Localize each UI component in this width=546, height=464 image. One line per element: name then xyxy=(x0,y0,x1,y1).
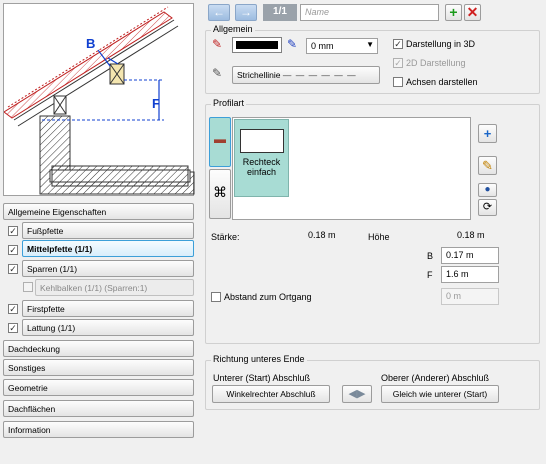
custom-profile-icon: ⌘ xyxy=(213,184,227,200)
group-allgemein-title: Allgemein xyxy=(211,24,255,34)
f-input[interactable]: 1.6 m xyxy=(441,266,499,283)
nav-label: Sonstiges xyxy=(8,363,46,373)
chevron-down-icon: ▼ xyxy=(366,40,374,49)
checkbox-fusspfette[interactable]: ✓ xyxy=(8,226,18,236)
nav-sparren[interactable]: Sparren (1/1) xyxy=(22,260,194,277)
profile-item-label-1: Rechteck xyxy=(242,157,281,167)
arrow-right-icon: → xyxy=(240,5,252,19)
nav-kehlbalken[interactable]: Kehlbalken (1/1) (Sparren:1) xyxy=(35,279,194,296)
upper-end-label: Oberer (Anderer) Abschluß xyxy=(381,373,490,383)
line-style-button[interactable]: Strichellinie — — — — — — xyxy=(232,66,380,84)
nav-fusspfette[interactable]: Fußpfette xyxy=(22,222,194,239)
refresh-button[interactable]: ⟳ xyxy=(478,199,497,216)
color-picker[interactable] xyxy=(232,37,282,53)
line-style-label: Strichellinie xyxy=(237,70,281,80)
abstand-label: Abstand zum Ortgang xyxy=(224,292,312,302)
nav-dachflaechen[interactable]: Dachflächen xyxy=(3,400,194,417)
preview-label-b: B xyxy=(86,36,95,51)
nav-label: Geometrie xyxy=(8,383,48,393)
prev-button[interactable]: ← xyxy=(208,4,230,21)
checkbox-firstpfette[interactable]: ✓ xyxy=(8,304,18,314)
refresh-icon: ⟳ xyxy=(482,201,493,213)
checkbox-kehlbalken[interactable] xyxy=(23,282,33,292)
pen-thickness-value: 0 mm xyxy=(311,41,334,51)
show-2d-label: 2D Darstellung xyxy=(406,58,466,68)
checkbox-show-axes[interactable] xyxy=(393,77,403,87)
nav-label: Allgemeine Eigenschaften xyxy=(8,207,107,217)
nav-label: Lattung (1/1) xyxy=(27,323,76,333)
show-3d-label: Darstellung in 3D xyxy=(406,39,476,49)
checkbox-sparren[interactable]: ✓ xyxy=(8,264,18,274)
nav-dachdeckung[interactable]: Dachdeckung xyxy=(3,340,194,357)
lower-end-button[interactable]: Winkelrechter Abschluß xyxy=(212,385,330,403)
profile-category-custom[interactable]: ⌘ xyxy=(209,169,231,219)
nav-lattung[interactable]: Lattung (1/1) xyxy=(22,319,194,336)
checkbox-abstand[interactable] xyxy=(211,292,221,302)
profile-item-rechteck[interactable]: Rechteck einfach xyxy=(234,119,289,197)
plus-icon: + xyxy=(449,4,458,20)
nav-label: Firstpfette xyxy=(27,304,65,314)
f-label: F xyxy=(427,270,433,280)
group-profilart-title: Profilart xyxy=(211,98,247,108)
next-button[interactable]: → xyxy=(235,4,257,21)
beam-icon: ▬ xyxy=(214,132,226,146)
hoehe-value: 0.18 m xyxy=(457,230,485,240)
roof-preview: B F xyxy=(3,3,195,196)
delete-x-icon: ✕ xyxy=(466,4,479,20)
staerke-label: Stärke: xyxy=(211,232,240,242)
staerke-value: 0.18 m xyxy=(308,230,336,240)
add-profile-button[interactable]: + xyxy=(478,124,497,143)
swap-arrows-icon: ◀▶ xyxy=(348,388,366,400)
checkbox-show-3d[interactable]: ✓ xyxy=(393,39,403,49)
nav-allgemeine-eigenschaften[interactable]: Allgemeine Eigenschaften xyxy=(3,203,194,220)
nav-firstpfette[interactable]: Firstpfette xyxy=(22,300,194,317)
show-axes-label: Achsen darstellen xyxy=(406,77,478,87)
group-richtung-title: Richtung unteres Ende xyxy=(211,354,307,364)
preview-label-f: F xyxy=(152,96,160,111)
add-button[interactable]: + xyxy=(445,4,462,21)
b-input[interactable]: 0.17 m xyxy=(441,247,499,264)
abstand-input[interactable]: 0 m xyxy=(441,288,499,305)
library-button[interactable]: ● xyxy=(478,183,497,197)
swap-ends-button[interactable]: ◀▶ xyxy=(342,385,372,403)
globe-icon: ● xyxy=(484,184,491,195)
delete-button[interactable]: ✕ xyxy=(464,4,481,21)
edit-profile-button[interactable]: ✎ xyxy=(478,156,497,175)
nav-sonstiges[interactable]: Sonstiges xyxy=(3,359,194,376)
profile-category-beam[interactable]: ▬ xyxy=(209,117,231,167)
lower-end-label: Unterer (Start) Abschluß xyxy=(213,373,311,383)
nav-label: Dachflächen xyxy=(8,404,56,414)
pencil-icon: ✎ xyxy=(482,158,493,173)
pen-color-icon: ✎ xyxy=(212,37,223,51)
arrow-left-icon: ← xyxy=(213,5,225,19)
upper-end-button[interactable]: Gleich wie unterer (Start) xyxy=(381,385,499,403)
name-input[interactable]: Name xyxy=(300,4,439,21)
nav-label: Information xyxy=(8,425,51,435)
nav-mittelpfette[interactable]: Mittelpfette (1/1) xyxy=(22,240,194,257)
rectangle-icon xyxy=(239,129,284,153)
nav-label: Dachdeckung xyxy=(8,344,60,354)
nav-label: Fußpfette xyxy=(27,226,64,236)
nav-label: Mittelpfette (1/1) xyxy=(27,244,93,254)
profile-item-label-2: einfach xyxy=(246,167,277,177)
nav-information[interactable]: Information xyxy=(3,421,194,438)
roof-preview-drawing: B F xyxy=(3,6,195,195)
line-style-icon: ✎ xyxy=(212,66,223,80)
pen-thickness-icon: ✎ xyxy=(287,37,298,51)
checkbox-show-2d[interactable]: ✓ xyxy=(393,58,403,68)
checkbox-lattung[interactable]: ✓ xyxy=(8,323,18,333)
b-label: B xyxy=(427,251,434,261)
nav-geometrie[interactable]: Geometrie xyxy=(3,379,194,396)
pen-thickness-select[interactable]: 0 mm ▼ xyxy=(306,38,378,54)
page-count: 1/1 xyxy=(263,4,297,21)
checkbox-mittelpfette[interactable]: ✓ xyxy=(8,245,18,255)
hoehe-label: Höhe xyxy=(368,232,390,242)
nav-label: Sparren (1/1) xyxy=(27,264,78,274)
nav-label: Kehlbalken (1/1) (Sparren:1) xyxy=(40,283,148,293)
plus-icon: + xyxy=(483,126,492,141)
dashed-line-preview: — — — — — — xyxy=(282,70,357,80)
